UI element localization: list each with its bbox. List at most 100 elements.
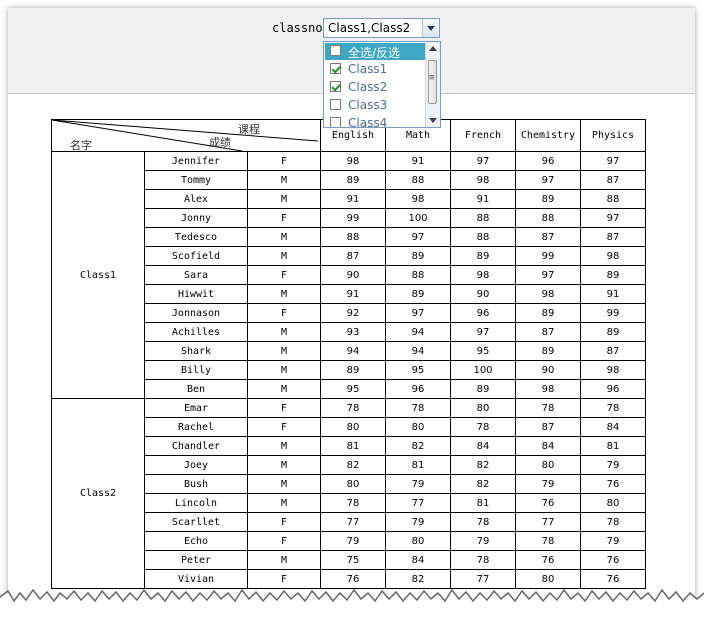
option-label: Class2 xyxy=(348,80,388,94)
score-cell: 76 xyxy=(515,550,581,570)
score-cell: 94 xyxy=(385,341,451,361)
score-cell: 96 xyxy=(385,379,451,399)
student-name-cell: Hiwwit xyxy=(144,284,248,304)
classno-select-value: Class1,Class2 xyxy=(328,21,411,35)
score-cell: 78 xyxy=(450,417,516,437)
score-cell: 78 xyxy=(580,398,646,418)
student-name-cell: Sara xyxy=(144,265,248,285)
gender-cell: M xyxy=(247,474,321,494)
student-name-cell: Scarllet xyxy=(144,512,248,532)
score-cell: 76 xyxy=(515,493,581,513)
score-cell: 97 xyxy=(450,151,516,171)
option-class3[interactable]: Class3 xyxy=(325,97,427,114)
score-cell: 94 xyxy=(385,322,451,342)
checkbox-select-all[interactable] xyxy=(330,45,341,56)
checkbox-class3[interactable] xyxy=(330,99,341,110)
score-cell: 89 xyxy=(515,189,581,209)
score-cell: 78 xyxy=(580,512,646,532)
score-cell: 99 xyxy=(515,246,581,266)
scroll-up-icon[interactable] xyxy=(429,46,437,51)
score-cell: 96 xyxy=(450,303,516,323)
score-cell: 77 xyxy=(385,493,451,513)
score-cell: 91 xyxy=(320,284,386,304)
score-cell: 78 xyxy=(385,398,451,418)
score-cell: 79 xyxy=(580,531,646,551)
checkbox-class4[interactable] xyxy=(330,117,341,127)
score-cell: 81 xyxy=(580,436,646,456)
score-cell: 88 xyxy=(385,170,451,190)
score-cell: 79 xyxy=(320,531,386,551)
score-cell: 91 xyxy=(320,189,386,209)
gender-cell: F xyxy=(247,208,321,228)
score-cell: 92 xyxy=(320,303,386,323)
option-class2[interactable]: Class2 xyxy=(325,79,427,96)
score-cell: 82 xyxy=(450,474,516,494)
scroll-thumb[interactable] xyxy=(428,60,437,104)
score-cell: 84 xyxy=(580,417,646,437)
student-name-cell: Scofield xyxy=(144,246,248,266)
gender-cell: M xyxy=(247,227,321,247)
student-name-cell: Shark xyxy=(144,341,248,361)
score-cell: 87 xyxy=(515,417,581,437)
score-cell: 79 xyxy=(580,455,646,475)
option-class1[interactable]: Class1 xyxy=(325,61,427,78)
score-cell: 78 xyxy=(515,398,581,418)
scroll-down-icon[interactable] xyxy=(429,118,437,123)
score-cell: 81 xyxy=(450,493,516,513)
student-name-cell: Jennifer xyxy=(144,151,248,171)
gender-cell: F xyxy=(247,303,321,323)
score-cell: 87 xyxy=(515,322,581,342)
score-cell: 98 xyxy=(320,151,386,171)
score-cell: 98 xyxy=(580,246,646,266)
gender-cell: M xyxy=(247,170,321,190)
score-cell: 97 xyxy=(515,265,581,285)
gender-cell: M xyxy=(247,189,321,209)
gender-cell: M xyxy=(247,284,321,304)
table-row: Class2 Emar F 78 78 80 78 78 xyxy=(51,398,646,589)
score-cell: 81 xyxy=(320,436,386,456)
gender-cell: F xyxy=(247,151,321,171)
gender-cell: M xyxy=(247,550,321,570)
score-cell: 80 xyxy=(580,493,646,513)
score-cell: 80 xyxy=(450,398,516,418)
score-cell: 82 xyxy=(320,455,386,475)
student-name-cell: Jonnason xyxy=(144,303,248,323)
torn-edge xyxy=(0,588,704,621)
student-name-cell: Achilles xyxy=(144,322,248,342)
score-cell: 99 xyxy=(580,303,646,323)
student-name-cell: Chandler xyxy=(144,436,248,456)
score-cell: 79 xyxy=(515,474,581,494)
score-cell: 89 xyxy=(385,246,451,266)
score-cell: 98 xyxy=(385,189,451,209)
dropdown-scrollbar[interactable] xyxy=(425,42,440,127)
grades-table: 课程 成绩 名字 English Math French Chemistry P… xyxy=(51,119,646,589)
score-cell: 97 xyxy=(580,208,646,228)
score-cell: 91 xyxy=(450,189,516,209)
score-cell: 94 xyxy=(320,341,386,361)
score-cell: 98 xyxy=(450,170,516,190)
score-cell: 77 xyxy=(320,512,386,532)
score-cell: 99 xyxy=(320,208,386,228)
header-corner: 课程 成绩 名字 xyxy=(51,119,321,152)
score-cell: 97 xyxy=(450,322,516,342)
gender-cell: M xyxy=(247,246,321,266)
option-select-all[interactable]: 全选/反选 xyxy=(325,43,427,60)
score-cell: 89 xyxy=(515,341,581,361)
corner-course-label: 课程 xyxy=(238,123,260,136)
score-cell: 80 xyxy=(320,417,386,437)
score-cell: 98 xyxy=(450,265,516,285)
checkbox-class2[interactable] xyxy=(330,81,341,92)
student-name-cell: Ben xyxy=(144,379,248,399)
report-window: classno: Class1,Class2 全选/反选 Class1 Clas… xyxy=(8,8,695,604)
score-cell: 91 xyxy=(385,151,451,171)
score-cell: 89 xyxy=(580,265,646,285)
chevron-down-icon[interactable] xyxy=(422,19,439,37)
score-cell: 80 xyxy=(385,417,451,437)
score-cell: 79 xyxy=(385,474,451,494)
gender-cell: F xyxy=(247,512,321,532)
option-class4[interactable]: Class4 xyxy=(325,115,427,127)
checkbox-class1[interactable] xyxy=(330,63,341,74)
score-cell: 78 xyxy=(450,512,516,532)
score-cell: 97 xyxy=(580,151,646,171)
classno-select[interactable]: Class1,Class2 xyxy=(323,18,440,38)
